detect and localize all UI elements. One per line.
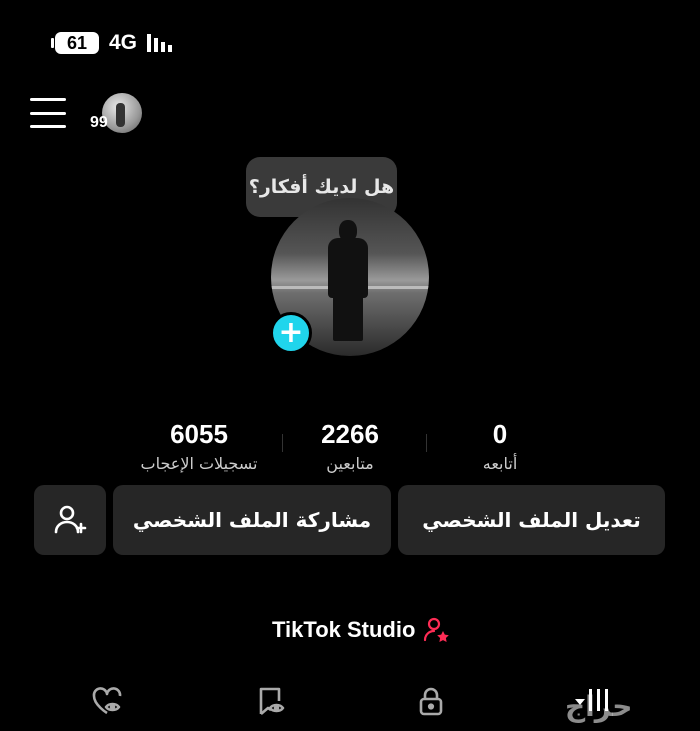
story-count-badge: 99 <box>90 114 108 131</box>
studio-label: TikTok Studio <box>272 617 416 642</box>
watermark-logo: حراج <box>565 690 633 723</box>
followers-label: متابعين <box>326 454 374 473</box>
heart-eye-icon <box>92 687 122 715</box>
add-user-icon <box>54 505 87 534</box>
likes-stat[interactable]: 6055 تسجيلات الإعجاب <box>119 418 279 476</box>
tab-saved[interactable] <box>245 676 295 726</box>
lock-icon <box>419 687 443 716</box>
tiktok-studio-link[interactable]: TikTok Studio <box>272 616 451 644</box>
likes-count: 6055 <box>170 419 228 449</box>
following-stat[interactable]: 0 أتابعه <box>420 418 580 476</box>
tab-liked[interactable] <box>82 676 132 726</box>
status-bar: 61 4G <box>51 30 173 56</box>
edit-profile-button[interactable]: تعديل الملف الشخصي <box>398 485 665 555</box>
battery-indicator: 61 <box>51 32 99 54</box>
network-type: 4G <box>109 31 138 54</box>
bookmark-eye-icon <box>259 687 285 715</box>
add-friend-button[interactable] <box>34 485 106 555</box>
following-label: أتابعه <box>482 454 518 473</box>
story-avatar[interactable] <box>102 93 142 133</box>
menu-icon[interactable] <box>30 98 66 128</box>
creator-star-icon <box>424 617 450 642</box>
share-profile-button[interactable]: مشاركة الملف الشخصي <box>113 485 391 555</box>
tab-private[interactable] <box>406 676 456 726</box>
likes-label: تسجيلات الإعجاب <box>140 454 258 473</box>
followers-stat[interactable]: 2266 متابعين <box>270 418 430 476</box>
signal-icon <box>147 34 173 52</box>
followers-count: 2266 <box>321 419 379 449</box>
following-count: 0 <box>492 419 508 449</box>
add-story-button[interactable]: + <box>270 312 312 354</box>
